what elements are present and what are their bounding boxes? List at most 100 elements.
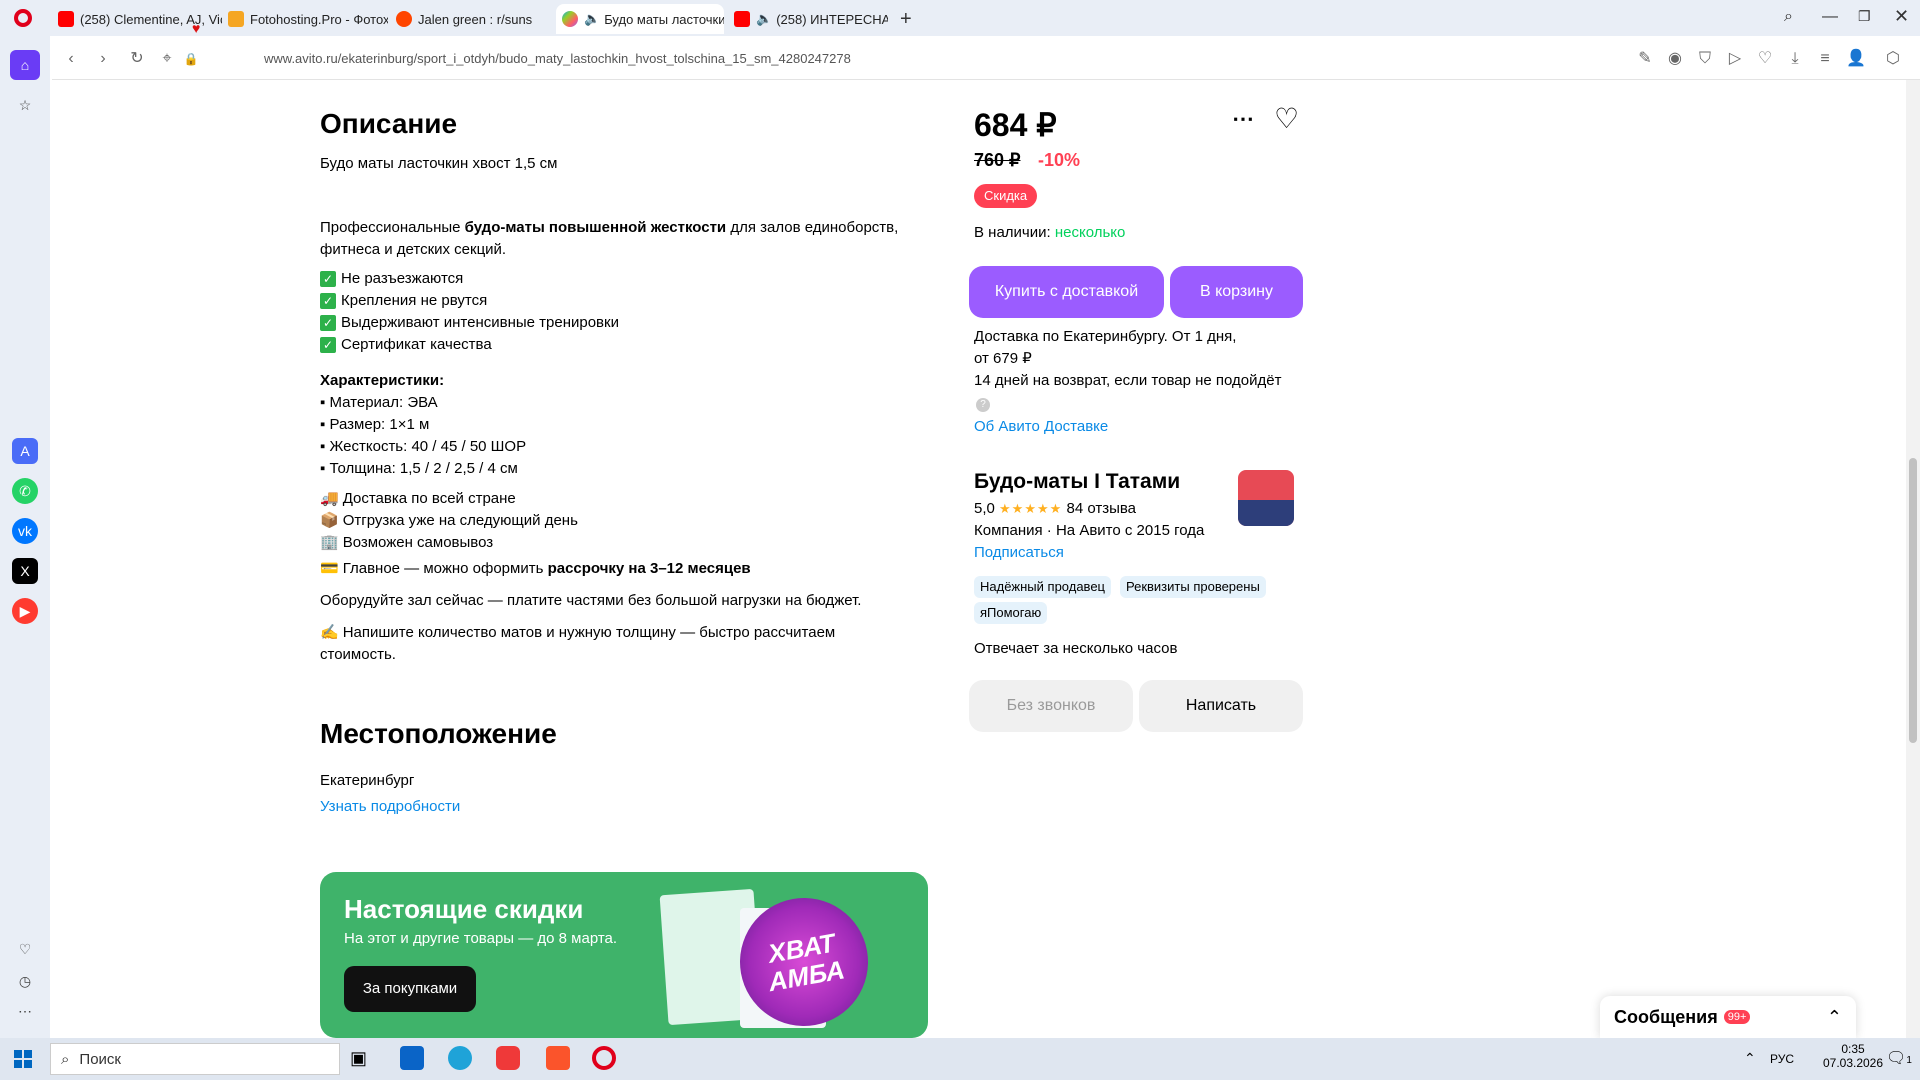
download-icon[interactable]: ⤓ [1786, 50, 1804, 68]
reddit-icon [396, 11, 412, 27]
page-scrollbar[interactable] [1906, 80, 1920, 1038]
tray-chevron-icon[interactable]: ⌃ [1744, 1050, 1756, 1067]
promo-banner[interactable]: Настоящие скидки На этот и другие товары… [320, 872, 928, 1038]
tab-fotohosting[interactable]: Fotohosting.Pro - Фотохо [222, 4, 388, 34]
opera-taskbar-icon[interactable] [592, 1046, 616, 1070]
chevron-up-icon[interactable]: ⌃ [1827, 1007, 1842, 1028]
favorite-heart-icon[interactable]: ♡ [1274, 102, 1299, 135]
description-subtitle: Будо маты ласточкин хвост 1,5 см [320, 155, 558, 172]
tab-youtube-2[interactable]: 🔈 (258) ИНТЕРЕСНАЯ СЕ [728, 4, 888, 34]
edit-icon[interactable]: ✎ [1636, 50, 1654, 68]
list-item: ✓ Выдерживают интенсивные тренировки [320, 312, 619, 334]
seller-name[interactable]: Будо-маты I Татами [974, 470, 1180, 494]
speed-dial-icon[interactable]: ☆ [12, 92, 38, 118]
badge-verified: Реквизиты проверены [1120, 576, 1266, 598]
scroll-thumb[interactable] [1909, 458, 1917, 743]
whatsapp-icon[interactable]: ✆ [12, 478, 38, 504]
menu-icon[interactable]: ≡ [1816, 50, 1834, 68]
windows-taskbar: ⌕ Поиск ▣ ⌃ РУС 0:35 07.03.2026 🗨1 [0, 1038, 1920, 1080]
more-icon[interactable]: ⋯ [12, 998, 38, 1024]
minimize-icon[interactable]: — [1822, 8, 1838, 26]
help-icon[interactable]: ? [976, 398, 990, 412]
wallet-icon[interactable]: ⬡ [1884, 50, 1902, 68]
profile-icon[interactable]: 👤 [1846, 50, 1866, 68]
specs-block: Характеристики: ▪ Материал: ЭВА ▪ Размер… [320, 370, 526, 480]
opera-logo-icon[interactable] [14, 9, 32, 27]
back-icon[interactable]: ‹ [62, 50, 80, 68]
address-bar: ‹ › ↻ ⌖ 🔒 www.avito.ru/ekaterinburg/spor… [52, 40, 1920, 80]
tab-bar: (258) Clementine, AJ, Vick ♥ Fotohosting… [0, 0, 1920, 36]
home-icon[interactable]: ⌂ [10, 50, 40, 80]
buy-with-delivery-button[interactable]: Купить с доставкой [969, 266, 1164, 318]
close-icon[interactable]: ✕ [1894, 6, 1909, 27]
windows-start-icon[interactable] [14, 1050, 32, 1068]
price-discount: -10% [1038, 150, 1081, 170]
promo-subtitle: На этот и другие товары — до 8 марта. [344, 930, 618, 947]
x-icon[interactable]: X [12, 558, 38, 584]
list-item: 🏢 Возможен самовывоз [320, 534, 494, 551]
play-icon[interactable]: ▷ [1726, 50, 1744, 68]
taskbar-search[interactable]: ⌕ Поиск [50, 1043, 340, 1075]
list-item: ✓ Сертификат качества [320, 334, 619, 356]
more-options-icon[interactable]: ⋯ [1232, 106, 1254, 132]
history-icon[interactable]: ◷ [12, 968, 38, 994]
promo-button[interactable]: За покупками [344, 966, 476, 1012]
location-details-link[interactable]: Узнать подробности [320, 796, 460, 818]
speaker-icon: 🔈 [584, 11, 601, 26]
outlook-icon[interactable] [400, 1046, 424, 1070]
list-item: 📦 Отгрузка уже на следующий день [320, 512, 578, 529]
vivaldi-icon[interactable] [496, 1046, 520, 1070]
url-field[interactable]: www.avito.ru/ekaterinburg/sport_i_otdyh/… [264, 51, 851, 66]
features-list: ✓ Не разъезжаются ✓ Крепления не рвутся ✓ В… [320, 268, 619, 356]
restore-icon[interactable]: ❐ [1858, 8, 1871, 25]
page-content: Описание Будо маты ласточкин хвост 1,5 с… [52, 80, 1908, 1038]
about-delivery-link[interactable]: Об Авито Доставке [974, 416, 1108, 438]
location-city: Екатеринбург [320, 772, 415, 789]
speaker-icon: 🔈 [756, 11, 773, 26]
add-to-cart-button[interactable]: В корзину [1170, 266, 1303, 318]
card-icon: 💳 [320, 560, 339, 577]
promo-title: Настоящие скидки [344, 894, 584, 924]
avito-icon [562, 11, 578, 27]
subscribe-link[interactable]: Подписаться [974, 542, 1064, 564]
messages-count-badge: 99+ [1723, 1010, 1751, 1024]
seller-avatar[interactable] [1238, 470, 1294, 526]
search-tabs-icon[interactable]: ⌕ [1784, 8, 1793, 26]
tab-reddit[interactable]: Jalen green : r/suns [390, 4, 550, 34]
writing-hand-icon: ✍ [320, 624, 339, 641]
messages-widget[interactable]: Сообщения 99+ ⌃ [1600, 996, 1856, 1038]
reviews-link[interactable]: 84 отзыва [1066, 500, 1136, 517]
shield-icon[interactable]: ⛉ [1696, 50, 1714, 68]
tab-avito-active[interactable]: 🔈 Будо маты ласточкин [556, 4, 724, 34]
price-old: 760 ₽ [974, 150, 1021, 170]
seller-response-time: Отвечает за несколько часов [974, 640, 1178, 657]
heart-icon[interactable]: ♡ [1756, 50, 1774, 68]
cta-text-1: Оборудуйте зал сейчас — платите частями … [320, 592, 862, 609]
fotohosting-icon [228, 11, 244, 27]
price-current: 684 ₽ [974, 107, 1057, 143]
star-icon: ★★★★★ [999, 501, 1063, 516]
notification-icon[interactable]: 🗨1 [1886, 1048, 1912, 1068]
truck-icon: 🚚 [320, 490, 339, 507]
check-icon: ✓ [320, 293, 336, 309]
new-tab-plus-icon[interactable]: + [900, 8, 912, 31]
brave-icon[interactable] [546, 1046, 570, 1070]
camera-icon[interactable]: ◉ [1666, 50, 1684, 68]
edge-icon[interactable] [448, 1046, 472, 1070]
aria-icon[interactable]: A [12, 438, 38, 464]
location-icon[interactable]: ⌖ [158, 50, 176, 68]
no-calls-button: Без звонков [969, 680, 1133, 732]
mat-image [1238, 500, 1294, 526]
lock-icon[interactable]: 🔒 [182, 50, 200, 68]
clock[interactable]: 0:35 07.03.2026 [1822, 1042, 1884, 1070]
sale-badge: Скидка [974, 184, 1038, 208]
reload-icon[interactable]: ↻ [128, 50, 146, 68]
music-icon[interactable]: ▶ [12, 598, 38, 624]
list-item: ▪ Толщина: 1,5 / 2 / 2,5 / 4 см [320, 460, 518, 477]
vk-icon[interactable]: vk [12, 518, 38, 544]
language-indicator[interactable]: РУС [1770, 1052, 1794, 1066]
forward-icon[interactable]: › [94, 50, 112, 68]
favorites-icon[interactable]: ♡ [12, 936, 38, 962]
write-message-button[interactable]: Написать [1139, 680, 1303, 732]
task-view-icon[interactable]: ▣ [350, 1048, 367, 1069]
